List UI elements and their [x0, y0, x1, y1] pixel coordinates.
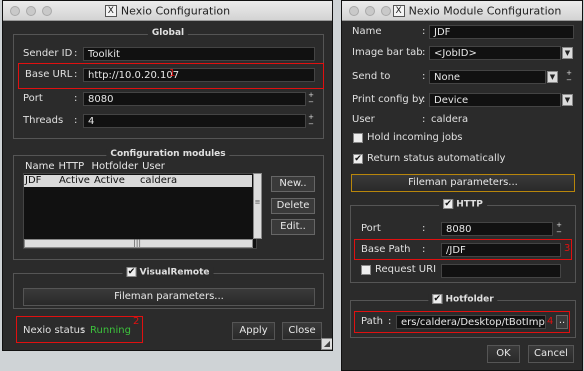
- edit-module-button[interactable]: Edit..: [271, 219, 315, 235]
- print-config-select[interactable]: Device: [429, 93, 561, 107]
- image-bar-tab-select[interactable]: <JobID>: [429, 46, 561, 60]
- fileman-parameters-button[interactable]: Fileman parameters...: [351, 174, 575, 192]
- browse-path-button[interactable]: ..: [556, 315, 568, 329]
- delete-module-button[interactable]: Delete: [271, 198, 315, 214]
- horizontal-scrollbar-grip-icon: |||: [133, 238, 142, 247]
- column-header-http[interactable]: HTTP: [57, 161, 90, 172]
- request-uri-label: Request URI: [375, 264, 437, 275]
- return-status-checkbox[interactable]: ✔: [353, 154, 363, 164]
- http-port-input[interactable]: 8080: [441, 222, 553, 236]
- apply-button[interactable]: Apply: [232, 322, 275, 340]
- nexio-configuration-window: X Nexio Configuration Global Sender ID : …: [2, 0, 333, 351]
- annotation-number-4: 4: [547, 316, 554, 327]
- title-bar[interactable]: X Nexio Configuration: [3, 1, 332, 21]
- threads-input[interactable]: 4: [83, 114, 306, 128]
- chevron-down-icon[interactable]: ▼: [562, 47, 573, 59]
- nexio-status-label: Nexio status: [23, 325, 86, 336]
- user-value: caldera: [431, 114, 469, 125]
- http-checkbox[interactable]: ✔: [443, 199, 454, 209]
- scrollbar-grip-icon: ≡: [254, 198, 261, 206]
- ok-button[interactable]: OK: [487, 345, 520, 363]
- request-uri-input[interactable]: [441, 264, 561, 278]
- hold-incoming-jobs-label: Hold incoming jobs: [367, 132, 463, 143]
- resize-grip-icon[interactable]: ◢: [321, 338, 332, 350]
- base-path-input[interactable]: /JDF: [441, 243, 561, 257]
- chevron-down-icon[interactable]: ▼: [547, 71, 558, 83]
- window-title: Nexio Configuration: [120, 4, 231, 18]
- nexio-module-configuration-window: X Nexio Module Configuration Name : JDF I…: [341, 0, 583, 371]
- request-uri-checkbox[interactable]: [361, 265, 371, 275]
- x11-icon: X: [392, 5, 405, 17]
- fileman-parameters-button[interactable]: Fileman parameters...: [23, 288, 315, 306]
- name-label: Name: [352, 26, 382, 37]
- print-config-label: Print config by: [352, 94, 425, 105]
- port-stepper[interactable]: + −: [307, 92, 315, 106]
- visualremote-checkbox[interactable]: ✔: [126, 267, 137, 277]
- sender-id-label: Sender ID: [23, 48, 73, 59]
- hotfolder-label: Hotfolder: [445, 294, 494, 305]
- annotation-number-3: 3: [564, 243, 571, 254]
- configuration-modules-title: Configuration modules: [106, 149, 230, 159]
- annotation-number-1: 1: [169, 68, 176, 79]
- annotation-number-2: 2: [133, 316, 140, 327]
- row-hotfolder-cell: Active: [93, 175, 125, 186]
- vertical-scrollbar[interactable]: [253, 173, 262, 239]
- sender-id-input[interactable]: Toolkit: [83, 47, 315, 61]
- modules-row-1: JDF Active Active caldera: [23, 175, 179, 186]
- modules-table-header: Name HTTP Hotfolder User: [23, 161, 167, 172]
- close-button[interactable]: Close: [282, 322, 322, 340]
- column-header-hotfolder[interactable]: Hotfolder: [90, 161, 141, 172]
- visualremote-label: VisualRemote: [139, 267, 210, 278]
- name-input[interactable]: JDF: [429, 25, 574, 39]
- send-to-stepper[interactable]: + −: [565, 70, 573, 84]
- http-section-title: ✔ HTTP: [439, 199, 487, 210]
- status-badge: Running: [90, 325, 131, 336]
- global-section-title: Global: [147, 28, 189, 38]
- http-label: HTTP: [456, 199, 483, 210]
- user-label: User: [352, 114, 375, 125]
- threads-stepper[interactable]: + −: [307, 114, 315, 128]
- port-input[interactable]: 8080: [83, 92, 306, 106]
- column-header-name[interactable]: Name: [23, 161, 57, 172]
- threads-label: Threads: [23, 115, 64, 126]
- visualremote-title: ✔ VisualRemote: [122, 267, 214, 278]
- row-http-cell: Active: [59, 175, 90, 186]
- x11-icon: X: [104, 5, 117, 17]
- image-bar-tab-label: Image bar tab: [352, 47, 423, 58]
- base-path-label: Base Path: [361, 244, 411, 255]
- new-module-button[interactable]: New..: [271, 176, 315, 192]
- hotfolder-checkbox[interactable]: ✔: [432, 294, 443, 304]
- hotfolder-section-title: ✔ Hotfolder: [428, 294, 498, 305]
- port-label: Port: [23, 93, 43, 104]
- hotfolder-path-label: Path: [361, 316, 383, 327]
- chevron-down-icon[interactable]: ▼: [562, 94, 573, 106]
- column-header-user[interactable]: User: [140, 161, 167, 172]
- hold-incoming-jobs-checkbox[interactable]: [353, 133, 363, 143]
- hotfolder-path-input[interactable]: ers/caldera/Desktop/tBotImport: [396, 315, 546, 329]
- return-status-label: Return status automatically: [367, 153, 506, 164]
- cancel-button[interactable]: Cancel: [528, 345, 574, 363]
- row-name-cell: JDF: [25, 175, 42, 186]
- send-to-label: Send to: [352, 71, 391, 82]
- send-to-select[interactable]: None: [429, 70, 546, 84]
- title-bar[interactable]: X Nexio Module Configuration: [342, 1, 582, 21]
- http-port-label: Port: [361, 223, 381, 234]
- window-title: Nexio Module Configuration: [408, 4, 562, 18]
- close-window-button[interactable]: [349, 6, 359, 16]
- row-user-cell: caldera: [139, 175, 178, 186]
- http-port-stepper[interactable]: + −: [555, 222, 563, 236]
